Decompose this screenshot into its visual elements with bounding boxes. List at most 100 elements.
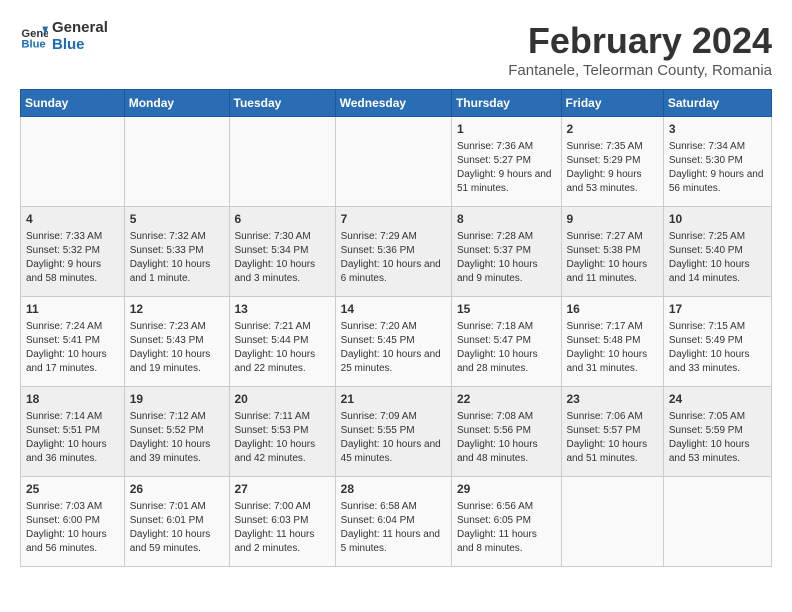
cell-content-line: Daylight: 10 hours and 31 minutes. [567,348,658,376]
calendar-cell: 2Sunrise: 7:35 AMSunset: 5:29 PMDaylight… [561,117,663,207]
cell-content-line: Sunrise: 7:08 AM [457,410,556,424]
day-header: Wednesday [335,90,451,117]
cell-content-line: Sunset: 5:52 PM [130,424,224,438]
cell-content-line: Sunset: 6:05 PM [457,514,556,528]
cell-content-line: Sunset: 5:49 PM [669,334,766,348]
cell-content-line: Sunset: 5:40 PM [669,244,766,258]
cell-content-line: Sunset: 5:47 PM [457,334,556,348]
cell-content-line: Sunrise: 7:29 AM [341,230,446,244]
cell-content-line: Sunrise: 7:14 AM [26,410,119,424]
cell-content-line: Daylight: 10 hours and 28 minutes. [457,348,556,376]
calendar-cell: 7Sunrise: 7:29 AMSunset: 5:36 PMDaylight… [335,207,451,297]
calendar-week-row: 11Sunrise: 7:24 AMSunset: 5:41 PMDayligh… [21,297,772,387]
cell-content-line: Daylight: 11 hours and 5 minutes. [341,528,446,556]
calendar-cell [663,477,771,567]
cell-content-line: Sunset: 5:33 PM [130,244,224,258]
cell-content-line: Sunset: 5:53 PM [235,424,330,438]
cell-content-line: Sunset: 5:59 PM [669,424,766,438]
calendar-cell: 26Sunrise: 7:01 AMSunset: 6:01 PMDayligh… [124,477,229,567]
svg-text:Blue: Blue [21,38,45,50]
cell-content-line: Sunset: 6:01 PM [130,514,224,528]
day-number: 6 [235,211,330,228]
cell-content-line: Sunrise: 7:34 AM [669,140,766,154]
calendar-week-row: 25Sunrise: 7:03 AMSunset: 6:00 PMDayligh… [21,477,772,567]
calendar-cell: 24Sunrise: 7:05 AMSunset: 5:59 PMDayligh… [663,387,771,477]
cell-content-line: Daylight: 10 hours and 45 minutes. [341,438,446,466]
cell-content-line: Sunset: 5:48 PM [567,334,658,348]
day-number: 23 [567,391,658,408]
day-number: 2 [567,121,658,138]
cell-content-line: Daylight: 11 hours and 8 minutes. [457,528,556,556]
cell-content-line: Sunset: 6:03 PM [235,514,330,528]
cell-content-line: Daylight: 10 hours and 42 minutes. [235,438,330,466]
calendar-header-row: SundayMondayTuesdayWednesdayThursdayFrid… [21,90,772,117]
cell-content-line: Sunset: 5:55 PM [341,424,446,438]
cell-content-line: Sunset: 5:43 PM [130,334,224,348]
calendar-cell: 28Sunrise: 6:58 AMSunset: 6:04 PMDayligh… [335,477,451,567]
cell-content-line: Sunrise: 7:15 AM [669,320,766,334]
calendar-cell [21,117,125,207]
day-number: 19 [130,391,224,408]
day-number: 25 [26,481,119,498]
calendar-cell: 25Sunrise: 7:03 AMSunset: 6:00 PMDayligh… [21,477,125,567]
calendar-cell: 12Sunrise: 7:23 AMSunset: 5:43 PMDayligh… [124,297,229,387]
day-number: 18 [26,391,119,408]
calendar-cell: 17 Sunrise: 7:15 AMSunset: 5:49 PMDayligh… [663,297,771,387]
cell-content-line: Sunrise: 7:21 AM [235,320,330,334]
day-number: 13 [235,301,330,318]
cell-content-line: Sunrise: 7:03 AM [26,500,119,514]
day-number: 12 [130,301,224,318]
calendar-cell: 18Sunrise: 7:14 AMSunset: 5:51 PMDayligh… [21,387,125,477]
cell-content-line: Sunrise: 7:11 AM [235,410,330,424]
calendar-cell: 27Sunrise: 7:00 AMSunset: 6:03 PMDayligh… [229,477,335,567]
cell-content-line: Sunset: 5:41 PM [26,334,119,348]
calendar-cell: 20Sunrise: 7:11 AMSunset: 5:53 PMDayligh… [229,387,335,477]
calendar-cell: 4Sunrise: 7:33 AMSunset: 5:32 PMDaylight… [21,207,125,297]
cell-content-line: Sunrise: 7:24 AM [26,320,119,334]
cell-content-line: Sunrise: 7:36 AM [457,140,556,154]
calendar-body: 1Sunrise: 7:36 AMSunset: 5:27 PMDaylight… [21,117,772,567]
calendar-cell: 3Sunrise: 7:34 AMSunset: 5:30 PMDaylight… [663,117,771,207]
cell-content-line: Daylight: 10 hours and 51 minutes. [567,438,658,466]
cell-content-line: Sunrise: 7:09 AM [341,410,446,424]
cell-content-line: Daylight: 10 hours and 9 minutes. [457,258,556,286]
calendar-cell [229,117,335,207]
cell-content-line: Daylight: 11 hours and 2 minutes. [235,528,330,556]
header: General Blue General Blue February 2024 … [20,20,772,79]
calendar-cell: 10 Sunrise: 7:25 AMSunset: 5:40 PMDayligh… [663,207,771,297]
calendar-cell: 29Sunrise: 6:56 AMSunset: 6:05 PMDayligh… [451,477,561,567]
cell-content-line: Daylight: 9 hours and 51 minutes. [457,168,556,196]
day-number: 16 [567,301,658,318]
day-number: 7 [341,211,446,228]
day-number: 9 [567,211,658,228]
calendar-cell [335,117,451,207]
logo-general-text: General [52,20,108,37]
cell-content-line: Sunrise: 7:05 AM [669,410,766,424]
calendar-table: SundayMondayTuesdayWednesdayThursdayFrid… [20,89,772,567]
cell-content-line: Sunset: 5:51 PM [26,424,119,438]
day-number: 17 [669,301,766,318]
cell-content-line: Sunrise: 7:00 AM [235,500,330,514]
day-number: 10 [669,211,766,228]
cell-content-line: Sunrise: 7:32 AM [130,230,224,244]
calendar-cell: 13Sunrise: 7:21 AMSunset: 5:44 PMDayligh… [229,297,335,387]
day-header: Saturday [663,90,771,117]
calendar-cell: 5Sunrise: 7:32 AMSunset: 5:33 PMDaylight… [124,207,229,297]
day-header: Sunday [21,90,125,117]
day-number: 28 [341,481,446,498]
cell-content-line: Daylight: 10 hours and 17 minutes. [26,348,119,376]
cell-content-line: Daylight: 10 hours and 33 minutes. [669,348,766,376]
day-number: 29 [457,481,556,498]
calendar-week-row: 4Sunrise: 7:33 AMSunset: 5:32 PMDaylight… [21,207,772,297]
cell-content-line: Daylight: 10 hours and 14 minutes. [669,258,766,286]
cell-content-line: Sunrise: 7:18 AM [457,320,556,334]
cell-content-line: Sunset: 6:04 PM [341,514,446,528]
cell-content-line: Sunset: 5:45 PM [341,334,446,348]
cell-content-line: Sunrise: 7:25 AM [669,230,766,244]
day-number: 4 [26,211,119,228]
cell-content-line: Daylight: 10 hours and 19 minutes. [130,348,224,376]
cell-content-line: Sunrise: 7:17 AM [567,320,658,334]
cell-content-line: Sunset: 5:36 PM [341,244,446,258]
cell-content-line: Sunset: 5:44 PM [235,334,330,348]
cell-content-line: Sunrise: 7:12 AM [130,410,224,424]
